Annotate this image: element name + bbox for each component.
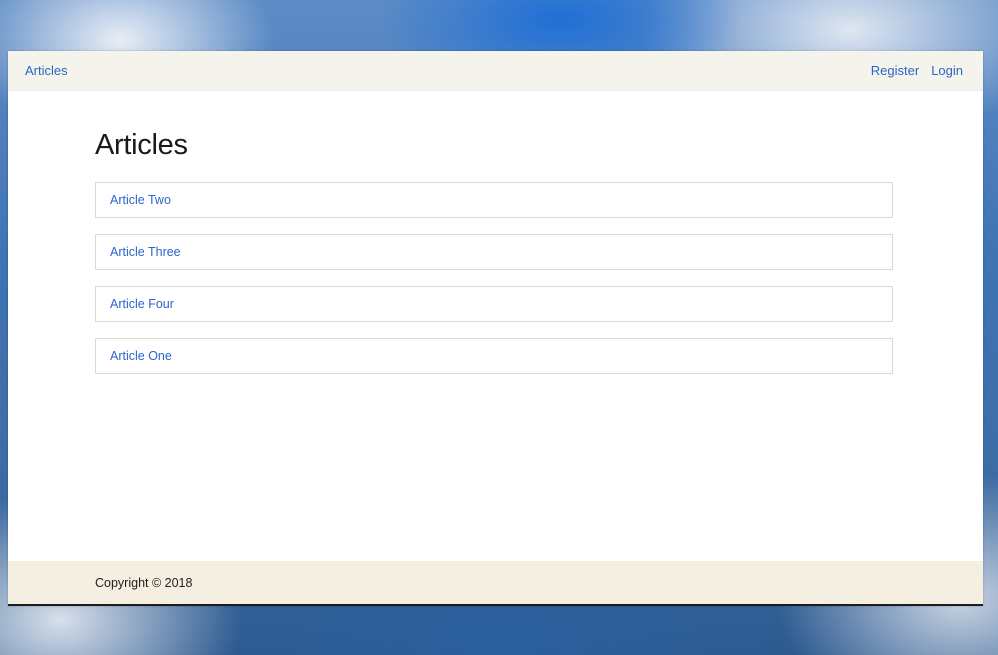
article-link[interactable]: Article Two: [110, 193, 171, 207]
page-title: Articles: [95, 129, 188, 161]
list-item: Article Three: [95, 234, 893, 270]
list-item: Article Two: [95, 182, 893, 218]
article-list: Article Two Article Three Article Four A…: [95, 182, 893, 374]
article-link[interactable]: Article One: [110, 349, 172, 363]
footer: Copyright © 2018: [8, 561, 983, 604]
list-item: Article One: [95, 338, 893, 374]
browser-window: Articles Register Login Articles Article…: [8, 51, 983, 606]
list-item: Article Four: [95, 286, 893, 322]
nav-login-link[interactable]: Login: [931, 63, 963, 78]
article-link[interactable]: Article Three: [110, 245, 181, 259]
nav-brand-articles[interactable]: Articles: [25, 63, 68, 78]
article-link[interactable]: Article Four: [110, 297, 174, 311]
main-content: Articles Article Two Article Three Artic…: [8, 91, 983, 374]
copyright-text: Copyright © 2018: [95, 575, 193, 590]
nav-right-links: Register Login: [871, 63, 963, 78]
navbar: Articles Register Login: [8, 51, 983, 91]
nav-register-link[interactable]: Register: [871, 63, 919, 78]
